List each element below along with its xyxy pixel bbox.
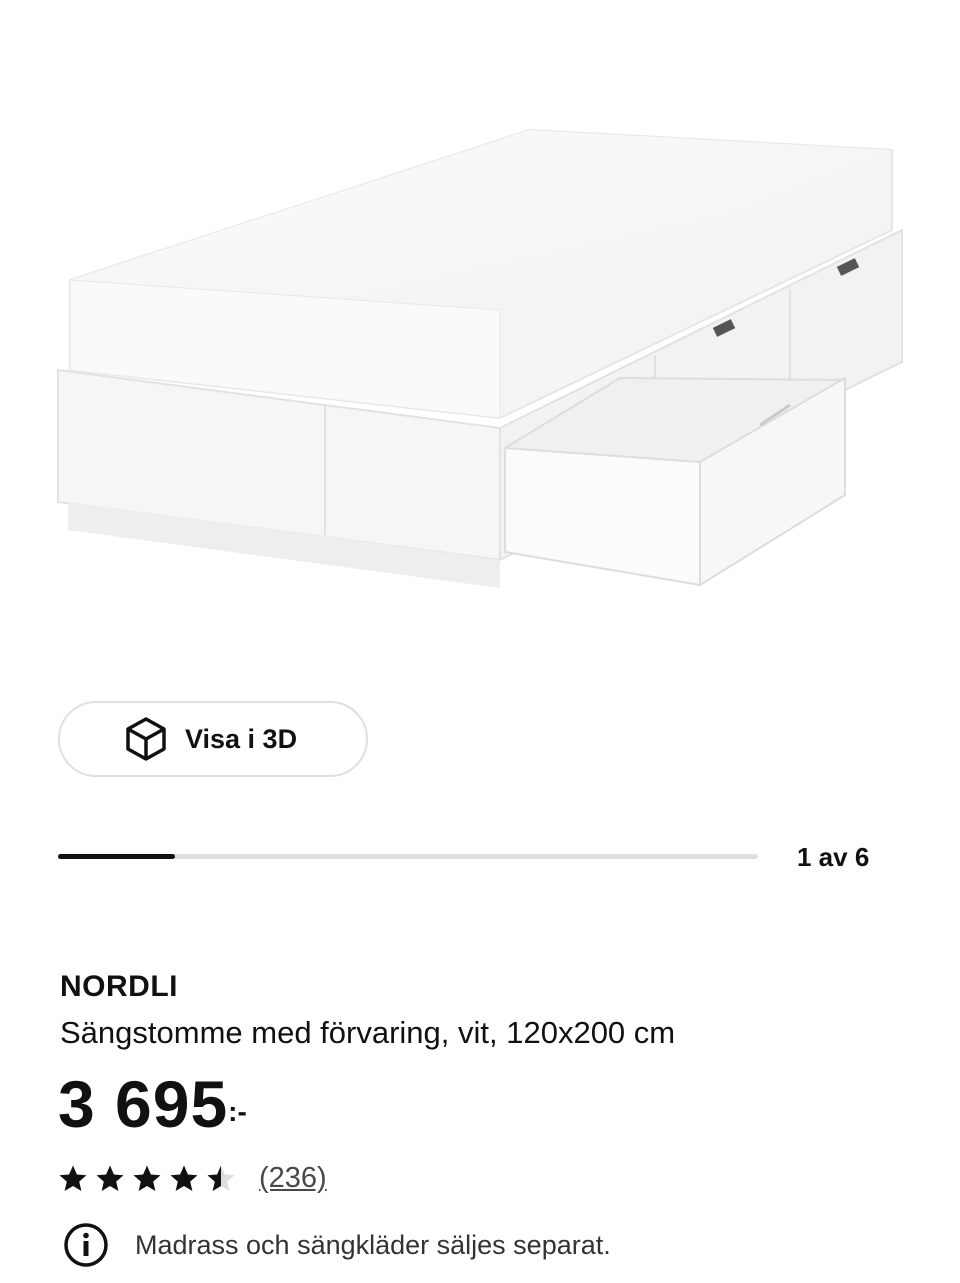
full-star-icon bbox=[170, 1165, 198, 1191]
view-in-3d-label: Visa i 3D bbox=[185, 723, 298, 754]
notice-text: Madrass och sängkläder säljes separat. bbox=[135, 1229, 611, 1260]
gallery-progress-fill bbox=[58, 854, 175, 859]
cube-3d-icon bbox=[126, 717, 166, 761]
info-icon bbox=[64, 1223, 108, 1267]
view-in-3d-button[interactable]: Visa i 3D bbox=[58, 701, 368, 777]
product-description: Sängstomme med förvaring, vit, 120x200 c… bbox=[60, 1015, 676, 1050]
full-star-icon bbox=[133, 1165, 161, 1191]
product-image[interactable] bbox=[0, 0, 960, 660]
separate-sale-notice: Madrass och sängkläder säljes separat. bbox=[63, 1222, 611, 1268]
product-brand: NORDLI bbox=[60, 970, 178, 1003]
price-amount: 3 695 bbox=[58, 1067, 229, 1141]
review-count-link[interactable]: (236) bbox=[259, 1162, 327, 1195]
half-star-icon bbox=[207, 1165, 235, 1191]
bed-illustration bbox=[57, 128, 903, 588]
price-suffix: :- bbox=[228, 1096, 247, 1127]
product-rating[interactable]: (236) bbox=[58, 1162, 327, 1195]
full-star-icon bbox=[96, 1165, 124, 1191]
full-star-icon bbox=[59, 1165, 87, 1191]
product-price: 3 695 :- bbox=[58, 1068, 247, 1140]
gallery-page-indicator: 1 av 6 bbox=[797, 842, 870, 872]
gallery-progress-bar[interactable] bbox=[58, 854, 758, 859]
rating-stars bbox=[58, 1164, 243, 1194]
